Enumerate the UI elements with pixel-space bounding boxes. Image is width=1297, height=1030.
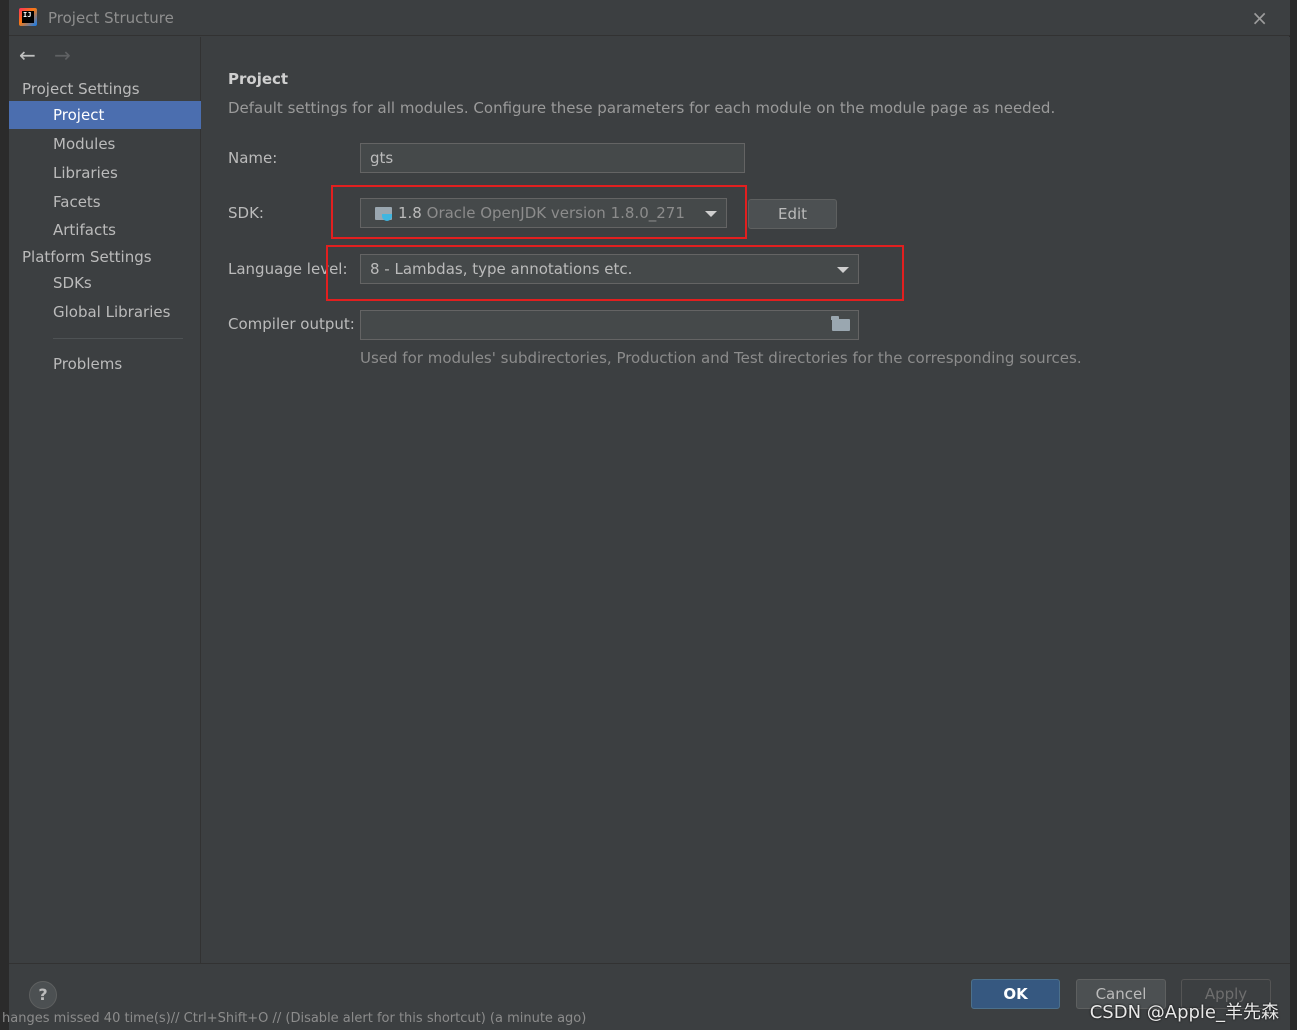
forward-arrow-icon[interactable]: → bbox=[54, 43, 71, 67]
compiler-output-hint: Used for modules' subdirectories, Produc… bbox=[360, 349, 1082, 367]
language-level-highlight-box bbox=[326, 245, 904, 301]
sdk-label: SDK: bbox=[228, 204, 264, 222]
sidebar-item-modules[interactable]: Modules bbox=[9, 130, 201, 158]
sdk-edit-button[interactable]: Edit bbox=[748, 199, 837, 229]
sidebar-item-project[interactable]: Project bbox=[9, 101, 201, 129]
title-bar: IJ Project Structure × bbox=[9, 0, 1290, 36]
group-title-platform-settings: Platform Settings bbox=[22, 248, 152, 266]
page-description: Default settings for all modules. Config… bbox=[228, 99, 1056, 117]
sidebar-item-global-libraries[interactable]: Global Libraries bbox=[9, 298, 201, 326]
status-bar: hanges missed 40 time(s)// Ctrl+Shift+O … bbox=[2, 1011, 587, 1026]
sidebar-separator bbox=[53, 338, 183, 339]
sidebar-item-sdks[interactable]: SDKs bbox=[9, 269, 201, 297]
watermark: CSDN @Apple_羊先森 bbox=[1089, 1002, 1279, 1023]
sdk-highlight-box bbox=[331, 185, 747, 239]
sidebar: ← → Project Settings Project Modules Lib… bbox=[9, 37, 201, 963]
name-label: Name: bbox=[228, 149, 278, 167]
intellij-idea-icon: IJ bbox=[19, 8, 37, 26]
sidebar-item-problems[interactable]: Problems bbox=[9, 350, 201, 378]
page-title: Project bbox=[228, 70, 289, 88]
help-button[interactable]: ? bbox=[29, 981, 57, 1009]
nav-arrows: ← → bbox=[19, 43, 83, 67]
group-title-project-settings: Project Settings bbox=[22, 80, 140, 98]
browse-folder-icon[interactable] bbox=[831, 316, 850, 331]
editor-background-strip-right bbox=[1289, 0, 1297, 1030]
window-title: Project Structure bbox=[48, 9, 174, 27]
sidebar-item-libraries[interactable]: Libraries bbox=[9, 159, 201, 187]
editor-background-strip bbox=[0, 0, 8, 1030]
compiler-output-label: Compiler output: bbox=[228, 315, 355, 333]
sidebar-item-facets[interactable]: Facets bbox=[9, 188, 201, 216]
back-arrow-icon[interactable]: ← bbox=[19, 43, 36, 67]
name-input[interactable]: gts bbox=[360, 143, 745, 173]
sidebar-item-artifacts[interactable]: Artifacts bbox=[9, 216, 201, 244]
project-structure-dialog: IJ Project Structure × ← → Project Setti… bbox=[8, 0, 1290, 1030]
ok-button[interactable]: OK bbox=[971, 979, 1060, 1009]
main-panel: Project Default settings for all modules… bbox=[202, 37, 1290, 963]
compiler-output-input[interactable] bbox=[360, 310, 859, 340]
close-icon[interactable]: × bbox=[1251, 6, 1268, 30]
